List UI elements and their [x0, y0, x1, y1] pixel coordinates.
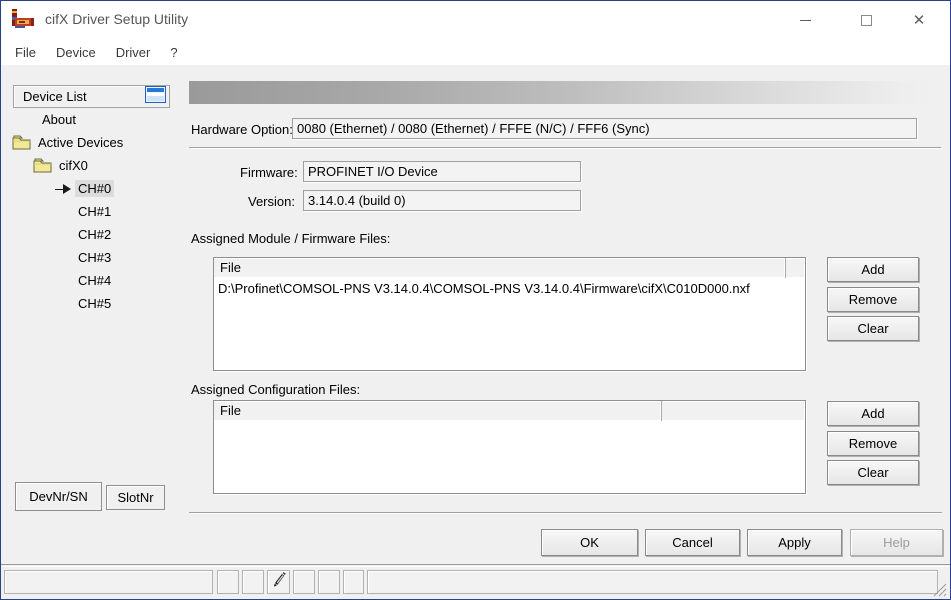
apply-button[interactable]: Apply	[747, 529, 842, 556]
file-column-header[interactable]: File	[214, 401, 662, 421]
device-list-title: Device List	[23, 89, 145, 104]
status-panel	[242, 570, 264, 594]
menu-file[interactable]: File	[5, 42, 46, 63]
tree-item-ch2[interactable]: CH#2	[1, 224, 181, 246]
current-channel-arrow-icon	[53, 182, 73, 198]
divider	[189, 512, 942, 514]
config-files-label: Assigned Configuration Files:	[191, 382, 360, 397]
tree-item-cifx0[interactable]: cifX0	[1, 155, 181, 177]
tree-label[interactable]: CH#3	[75, 249, 114, 266]
status-panel-right	[367, 570, 938, 594]
extra-column-header[interactable]	[786, 258, 805, 278]
divider	[189, 147, 941, 149]
version-field: 3.14.0.4 (build 0)	[303, 190, 581, 211]
config-add-button[interactable]: Add	[827, 401, 919, 426]
tree-item-ch4[interactable]: CH#4	[1, 270, 181, 292]
window-panel-icon	[145, 86, 166, 108]
config-remove-button[interactable]: Remove	[827, 431, 919, 456]
status-panel-main	[4, 570, 213, 594]
tree-item-ch1[interactable]: CH#1	[1, 201, 181, 223]
menu-driver[interactable]: Driver	[106, 42, 161, 63]
config-files-list[interactable]: File	[213, 400, 806, 494]
ok-button[interactable]: OK	[541, 529, 638, 556]
list-header: File	[214, 258, 805, 278]
minimize-icon	[800, 20, 811, 21]
file-row[interactable]: D:\Profinet\COMSOL-PNS V3.14.0.4\COMSOL-…	[214, 279, 805, 298]
firmware-field: PROFINET I/O Device	[303, 161, 581, 182]
folder-icon	[33, 157, 53, 173]
tree-label[interactable]: cifX0	[56, 157, 91, 174]
tree-item-ch3[interactable]: CH#3	[1, 247, 181, 269]
tree-label[interactable]: CH#4	[75, 272, 114, 289]
tree-label[interactable]: CH#0	[75, 180, 114, 197]
close-button[interactable]: ✕	[896, 1, 942, 39]
module-files-list[interactable]: File D:\Profinet\COMSOL-PNS V3.14.0.4\CO…	[213, 257, 806, 371]
tree-item-ch5[interactable]: CH#5	[1, 293, 181, 315]
module-files-label: Assigned Module / Firmware Files:	[191, 231, 390, 246]
list-header: File	[214, 401, 805, 421]
minimize-button[interactable]	[782, 1, 828, 39]
config-clear-button[interactable]: Clear	[827, 460, 919, 485]
status-panel	[343, 570, 364, 594]
status-panel	[293, 570, 315, 594]
header-banner	[189, 81, 941, 104]
folder-icon	[12, 134, 32, 150]
module-remove-button[interactable]: Remove	[827, 287, 919, 312]
app-window: cifX Driver Setup Utility ✕ File Device …	[0, 0, 951, 600]
version-label: Version:	[248, 194, 295, 209]
tree-label[interactable]: CH#1	[75, 203, 114, 220]
hardware-option-label: Hardware Option:	[191, 122, 293, 137]
extra-column-header[interactable]	[662, 401, 805, 421]
tab-slotnr[interactable]: SlotNr	[106, 485, 165, 510]
title-bar[interactable]: cifX Driver Setup Utility ✕	[1, 1, 950, 39]
hardware-option-field: 0080 (Ethernet) / 0080 (Ethernet) / FFFE…	[292, 118, 917, 139]
tab-devnr-sn[interactable]: DevNr/SN	[15, 482, 102, 511]
status-panel	[217, 570, 239, 594]
menu-help[interactable]: ?	[160, 42, 187, 63]
tree-label[interactable]: CH#2	[75, 226, 114, 243]
maximize-icon	[861, 15, 872, 26]
device-list-header[interactable]: Device List	[13, 85, 170, 108]
status-panel	[318, 570, 340, 594]
tree-item-ch0[interactable]: CH#0	[1, 178, 181, 200]
maximize-button[interactable]	[843, 1, 889, 39]
status-panel-edit	[267, 570, 290, 594]
module-clear-button[interactable]: Clear	[827, 316, 919, 341]
menu-device[interactable]: Device	[46, 42, 106, 63]
tree-item-active-devices[interactable]: Active Devices	[1, 132, 181, 154]
firmware-label: Firmware:	[240, 165, 298, 180]
help-button[interactable]: Help	[850, 529, 943, 556]
tree-label[interactable]: About	[39, 111, 79, 128]
pencil-icon	[271, 571, 286, 593]
window-title: cifX Driver Setup Utility	[45, 11, 188, 27]
status-bar	[1, 567, 950, 600]
resize-grip-icon[interactable]	[933, 583, 947, 597]
cancel-button[interactable]: Cancel	[645, 529, 740, 556]
tree-label[interactable]: CH#5	[75, 295, 114, 312]
app-icon	[11, 9, 37, 30]
close-icon: ✕	[913, 11, 926, 29]
tree-item-about[interactable]: About	[1, 109, 181, 131]
file-column-header[interactable]: File	[214, 258, 786, 278]
tree-label[interactable]: Active Devices	[35, 134, 126, 151]
module-add-button[interactable]: Add	[827, 257, 919, 282]
menu-bar: File Device Driver ?	[1, 39, 950, 65]
